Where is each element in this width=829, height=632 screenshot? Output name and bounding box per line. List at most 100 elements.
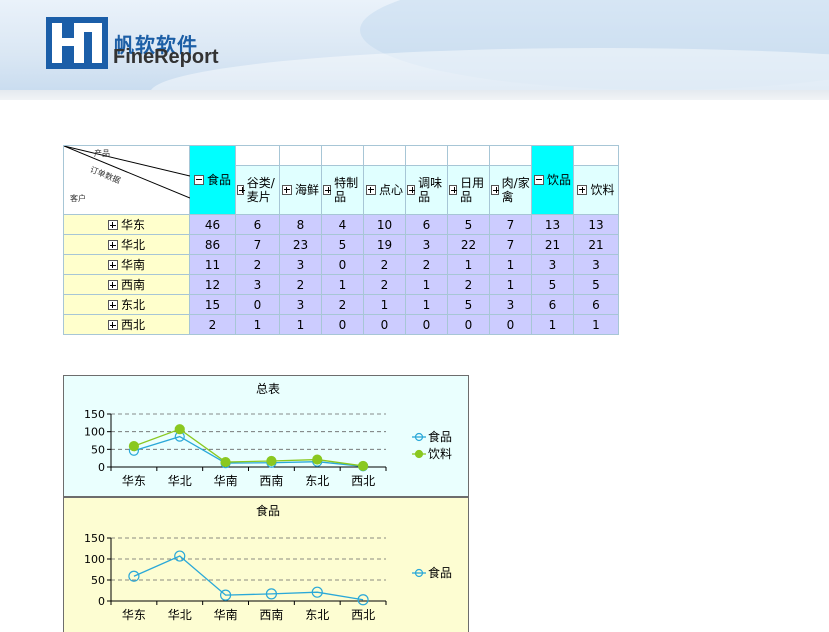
region-label: 西南 — [120, 277, 145, 292]
expand-plus-icon[interactable] — [237, 185, 245, 195]
expand-plus-icon[interactable] — [323, 185, 332, 195]
data-point — [220, 456, 231, 468]
data-cell: 1 — [405, 294, 448, 315]
data-cell: 15 — [189, 294, 236, 315]
data-cell: 2 — [279, 274, 322, 295]
column-header-label: 海鲜 — [294, 182, 319, 197]
row-header-region[interactable]: 西南 — [63, 274, 190, 295]
data-point — [174, 424, 185, 435]
column-header[interactable]: 点心 — [363, 165, 406, 215]
column-header-group[interactable]: 食品 — [189, 145, 236, 215]
column-header[interactable]: 海鲜 — [279, 165, 322, 215]
data-cell: 21 — [531, 234, 574, 255]
data-cell: 5 — [531, 274, 574, 295]
x-tick-label: 西北 — [351, 608, 375, 622]
expand-plus-icon[interactable] — [491, 185, 499, 195]
data-cell: 86 — [189, 234, 236, 255]
data-cell: 2 — [447, 274, 490, 295]
expand-plus-icon[interactable] — [107, 260, 118, 270]
expand-plus-icon[interactable] — [107, 240, 118, 250]
expand-plus-icon[interactable] — [107, 280, 118, 290]
collapse-minus-icon[interactable] — [533, 174, 544, 185]
table-row: 华东 46 6 8 4 10 6 5 7 13 13 — [63, 214, 619, 235]
data-cell: 6 — [531, 294, 574, 315]
data-point — [357, 460, 369, 472]
data-cell: 0 — [405, 314, 448, 335]
corner-header-cell: 产品 订单数据 客户 — [63, 145, 190, 215]
data-cell: 5 — [447, 214, 490, 235]
food-chart-panel: 食品 0 50 100 150 华东 华北 华南 西南 东北 西北 食品 — [63, 497, 469, 632]
data-cell: 1 — [489, 274, 532, 295]
data-cell: 1 — [531, 314, 574, 335]
y-tick-label: 0 — [98, 461, 105, 474]
y-tick-label: 100 — [84, 553, 105, 566]
legend-marker — [414, 449, 424, 459]
data-cell: 3 — [279, 254, 322, 275]
data-cell: 22 — [447, 234, 490, 255]
row-header-region[interactable]: 西北 — [63, 314, 190, 335]
column-header[interactable]: 特制品 — [321, 165, 364, 215]
data-cell: 7 — [235, 234, 280, 255]
column-header-label: 调味品 — [418, 176, 443, 204]
region-label: 华南 — [120, 257, 145, 272]
data-cell: 0 — [321, 314, 364, 335]
x-tick-label: 西南 — [259, 607, 283, 622]
expand-plus-icon[interactable] — [449, 185, 458, 195]
chart-title: 食品 — [256, 503, 280, 518]
expand-plus-icon[interactable] — [107, 220, 118, 230]
data-cell: 0 — [363, 314, 406, 335]
column-header-top — [489, 145, 532, 166]
x-tick-label: 华北 — [168, 474, 192, 488]
data-cell: 1 — [321, 274, 364, 295]
row-header-region[interactable]: 华北 — [63, 234, 190, 255]
data-cell: 1 — [363, 294, 406, 315]
data-point — [312, 454, 323, 465]
column-header[interactable]: 调味品 — [405, 165, 448, 215]
legend-label: 食品 — [428, 429, 452, 444]
expand-plus-icon[interactable] — [407, 185, 416, 195]
data-cell: 1 — [573, 314, 619, 335]
expand-plus-icon[interactable] — [107, 300, 118, 310]
column-header-top — [235, 145, 280, 166]
collapse-minus-icon[interactable] — [193, 174, 204, 185]
data-cell: 2 — [363, 274, 406, 295]
column-header[interactable]: 饮料 — [573, 165, 619, 215]
table-row: 东北 15 0 3 2 1 1 5 3 6 6 — [63, 294, 619, 315]
corner-diagonal-lines — [64, 146, 190, 199]
crosstab-report: 产品 订单数据 客户 食品 饮品 谷类/麦片 海鲜 特制品 点心 调味品 日用品… — [63, 145, 619, 335]
data-cell: 2 — [235, 254, 280, 275]
data-cell: 4 — [321, 214, 364, 235]
region-label: 华北 — [120, 237, 145, 252]
table-row: 西南 12 3 2 1 2 1 2 1 5 5 — [63, 274, 619, 295]
data-cell: 0 — [489, 314, 532, 335]
column-header-group[interactable]: 饮品 — [531, 145, 574, 215]
row-header-region[interactable]: 华南 — [63, 254, 190, 275]
column-header[interactable]: 谷类/麦片 — [235, 165, 280, 215]
y-tick-label: 100 — [84, 426, 105, 439]
data-cell: 13 — [531, 214, 574, 235]
food-line-chart: 食品 0 50 100 150 华东 华北 华南 西南 东北 西北 食品 — [84, 503, 452, 622]
column-header[interactable]: 肉/家禽 — [489, 165, 532, 215]
summary-chart-panel: 总表 0 50 100 150 华东 华北 华南 西南 东北 西北 食品 饮料 — [63, 375, 469, 497]
data-cell: 2 — [405, 254, 448, 275]
expand-plus-icon[interactable] — [365, 184, 376, 195]
data-cell: 3 — [235, 274, 280, 295]
data-cell: 1 — [447, 254, 490, 275]
row-header-region[interactable]: 华东 — [63, 214, 190, 235]
data-cell: 3 — [531, 254, 574, 275]
data-cell: 6 — [405, 214, 448, 235]
x-tick-label: 东北 — [305, 474, 329, 488]
expand-plus-icon[interactable] — [107, 320, 118, 330]
data-cell: 3 — [489, 294, 532, 315]
corner-label-product: 产品 — [94, 149, 110, 158]
column-header-label: 饮品 — [546, 172, 571, 187]
y-tick-label: 50 — [91, 574, 105, 587]
expand-plus-icon[interactable] — [577, 184, 588, 195]
row-header-region[interactable]: 东北 — [63, 294, 190, 315]
expand-plus-icon[interactable] — [281, 184, 292, 195]
x-tick-label: 华南 — [214, 473, 238, 488]
x-tick-label: 华东 — [122, 474, 146, 488]
x-tick-label: 西南 — [259, 473, 283, 488]
data-cell: 5 — [573, 274, 619, 295]
column-header[interactable]: 日用品 — [447, 165, 490, 215]
